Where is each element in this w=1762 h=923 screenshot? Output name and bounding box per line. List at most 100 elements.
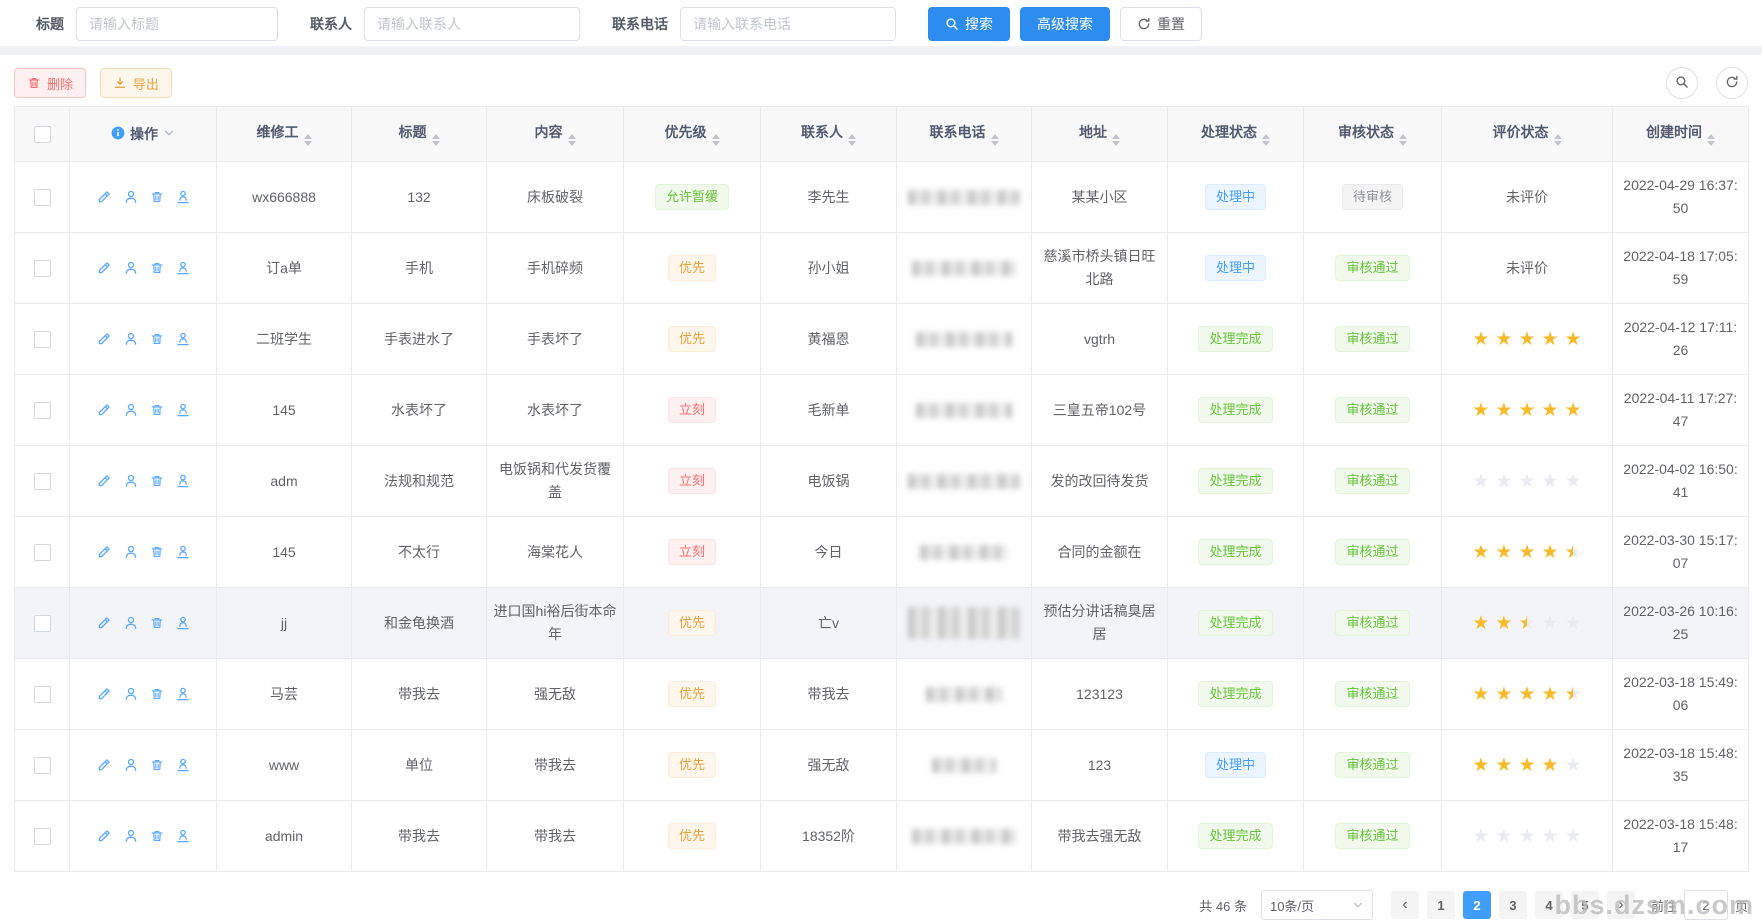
- op-edit-icon[interactable]: [96, 331, 112, 347]
- row-checkbox[interactable]: [34, 331, 51, 348]
- cell-rating: ★★★★★★: [1442, 588, 1613, 659]
- op-delete-icon[interactable]: [150, 474, 164, 488]
- op-delete-icon[interactable]: [150, 190, 164, 204]
- op-assign-icon[interactable]: [175, 615, 191, 631]
- cell-checkbox: [15, 659, 70, 730]
- col-header-phone[interactable]: 联系电话: [897, 107, 1032, 162]
- column-label: 联系电话: [930, 124, 986, 140]
- page-button-2[interactable]: 2: [1463, 891, 1491, 919]
- row-checkbox[interactable]: [34, 544, 51, 561]
- sort-icon[interactable]: [1707, 134, 1715, 146]
- cell-rating: ★★★★★: [1442, 801, 1613, 872]
- op-assign-icon[interactable]: [175, 189, 191, 205]
- sort-icon[interactable]: [568, 134, 576, 146]
- sort-icon[interactable]: [1112, 134, 1120, 146]
- main-content: 删除 导出 操作维修工标题内容优先级联系人联系电话地址处理状态审核状态评价状态创…: [0, 55, 1762, 920]
- op-edit-icon[interactable]: [96, 473, 112, 489]
- op-delete-icon[interactable]: [150, 687, 164, 701]
- col-header-address[interactable]: 地址: [1032, 107, 1168, 162]
- sort-icon[interactable]: [1399, 134, 1407, 146]
- op-edit-icon[interactable]: [96, 260, 112, 276]
- col-header-rating[interactable]: 评价状态: [1442, 107, 1613, 162]
- op-edit-icon[interactable]: [96, 402, 112, 418]
- delete-button[interactable]: 删除: [14, 68, 86, 98]
- cell-address: 带我去强无敌: [1032, 801, 1168, 872]
- op-edit-icon[interactable]: [96, 828, 112, 844]
- col-header-review[interactable]: 审核状态: [1304, 107, 1442, 162]
- table-row: adm法规和规范电饭锅和代发货覆盖立刻电饭锅发的改回待发货处理完成审核通过★★★…: [15, 446, 1749, 517]
- op-delete-icon[interactable]: [150, 758, 164, 772]
- op-user-icon[interactable]: [123, 544, 139, 560]
- col-header-title[interactable]: 标题: [352, 107, 487, 162]
- op-delete-icon[interactable]: [150, 332, 164, 346]
- col-header-content[interactable]: 内容: [487, 107, 624, 162]
- col-header-contact[interactable]: 联系人: [761, 107, 897, 162]
- row-checkbox[interactable]: [34, 473, 51, 490]
- op-assign-icon[interactable]: [175, 686, 191, 702]
- op-user-icon[interactable]: [123, 331, 139, 347]
- star-half-icon: ★★: [1565, 685, 1582, 704]
- op-user-icon[interactable]: [123, 473, 139, 489]
- reset-button[interactable]: 重置: [1120, 7, 1202, 41]
- op-edit-icon[interactable]: [96, 544, 112, 560]
- op-user-icon[interactable]: [123, 757, 139, 773]
- contact-input[interactable]: [364, 7, 580, 41]
- export-button[interactable]: 导出: [100, 68, 172, 98]
- op-user-icon[interactable]: [123, 686, 139, 702]
- op-assign-icon[interactable]: [175, 331, 191, 347]
- sort-icon[interactable]: [848, 134, 856, 146]
- op-assign-icon[interactable]: [175, 757, 191, 773]
- created-at: 2022-03-26 10:16:25: [1619, 600, 1742, 646]
- op-user-icon[interactable]: [123, 260, 139, 276]
- op-assign-icon[interactable]: [175, 260, 191, 276]
- op-user-icon[interactable]: [123, 189, 139, 205]
- op-delete-icon[interactable]: [150, 403, 164, 417]
- row-checkbox[interactable]: [34, 260, 51, 277]
- row-checkbox[interactable]: [34, 828, 51, 845]
- op-delete-icon[interactable]: [150, 545, 164, 559]
- col-header-priority[interactable]: 优先级: [624, 107, 761, 162]
- row-checkbox[interactable]: [34, 686, 51, 703]
- op-delete-icon[interactable]: [150, 261, 164, 275]
- sort-icon[interactable]: [991, 134, 999, 146]
- select-all-checkbox[interactable]: [34, 126, 51, 143]
- table-search-toggle-button[interactable]: [1666, 67, 1698, 99]
- row-checkbox[interactable]: [34, 402, 51, 419]
- sort-icon[interactable]: [432, 134, 440, 146]
- row-checkbox[interactable]: [34, 189, 51, 206]
- row-checkbox[interactable]: [34, 757, 51, 774]
- op-edit-icon[interactable]: [96, 686, 112, 702]
- op-user-icon[interactable]: [123, 402, 139, 418]
- review-status-tag: 待审核: [1342, 184, 1403, 210]
- col-header-worker[interactable]: 维修工: [217, 107, 352, 162]
- phone-input[interactable]: [680, 7, 896, 41]
- sort-icon[interactable]: [1262, 134, 1270, 146]
- op-delete-icon[interactable]: [150, 616, 164, 630]
- op-assign-icon[interactable]: [175, 544, 191, 560]
- advanced-search-button[interactable]: 高级搜索: [1020, 7, 1110, 41]
- op-edit-icon[interactable]: [96, 615, 112, 631]
- op-assign-icon[interactable]: [175, 828, 191, 844]
- op-delete-icon[interactable]: [150, 829, 164, 843]
- op-user-icon[interactable]: [123, 615, 139, 631]
- op-edit-icon[interactable]: [96, 757, 112, 773]
- sort-icon[interactable]: [304, 134, 312, 146]
- col-header-process[interactable]: 处理状态: [1168, 107, 1304, 162]
- prev-page-button[interactable]: ‹: [1391, 891, 1419, 919]
- page-button-1[interactable]: 1: [1427, 891, 1455, 919]
- page-button-3[interactable]: 3: [1499, 891, 1527, 919]
- chevron-down-icon[interactable]: [163, 126, 175, 142]
- col-header-created[interactable]: 创建时间: [1613, 107, 1749, 162]
- sort-icon[interactable]: [712, 134, 720, 146]
- title-input[interactable]: [76, 7, 278, 41]
- table-refresh-button[interactable]: [1716, 67, 1748, 99]
- op-assign-icon[interactable]: [175, 473, 191, 489]
- page-size-select[interactable]: 10条/页: [1261, 890, 1373, 920]
- sort-icon[interactable]: [1554, 134, 1562, 146]
- search-button[interactable]: 搜索: [928, 7, 1010, 41]
- row-checkbox[interactable]: [34, 615, 51, 632]
- created-at: 2022-04-18 17:05:59: [1619, 245, 1742, 291]
- op-edit-icon[interactable]: [96, 189, 112, 205]
- op-user-icon[interactable]: [123, 828, 139, 844]
- op-assign-icon[interactable]: [175, 402, 191, 418]
